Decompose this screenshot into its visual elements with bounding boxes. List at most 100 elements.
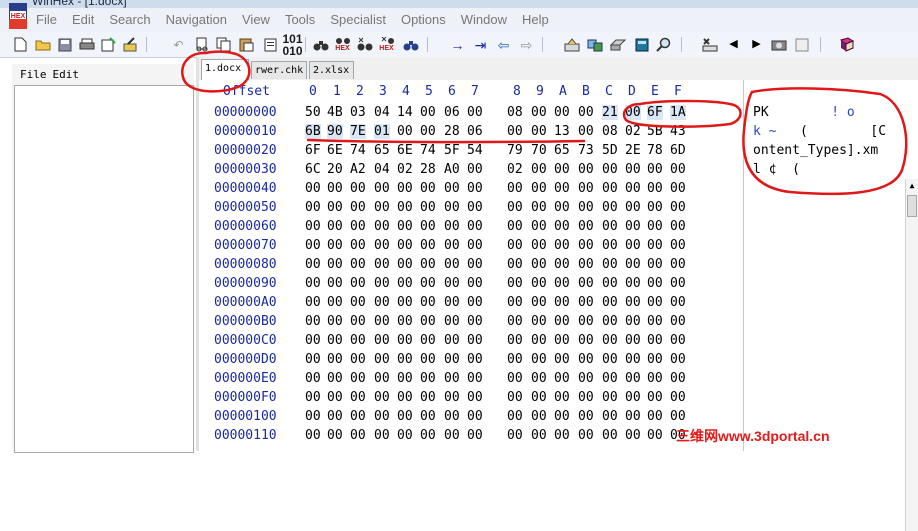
hex-byte[interactable]: 00 xyxy=(625,295,641,310)
hex-byte[interactable]: 50 xyxy=(305,105,321,120)
hex-byte[interactable]: 00 xyxy=(602,333,618,348)
hex-byte[interactable]: 00 xyxy=(444,295,460,310)
hex-byte[interactable]: A2 xyxy=(350,162,366,177)
hex-byte[interactable]: 00 xyxy=(507,409,523,424)
hex-byte[interactable]: 65 xyxy=(554,143,570,158)
hex-byte[interactable]: 00 xyxy=(602,257,618,272)
hex-byte[interactable]: 00 xyxy=(420,276,436,291)
hex-byte[interactable]: 03 xyxy=(350,105,366,120)
hex-byte[interactable]: 5D xyxy=(602,143,618,158)
hex-byte[interactable]: 00 xyxy=(444,409,460,424)
hex-byte[interactable]: 00 xyxy=(554,314,570,329)
hex-byte[interactable]: 00 xyxy=(397,352,413,367)
hex-byte[interactable]: 00 xyxy=(602,238,618,253)
hex-byte[interactable]: 00 xyxy=(397,314,413,329)
hex-byte[interactable]: 00 xyxy=(350,238,366,253)
hex-byte[interactable]: 00 xyxy=(397,238,413,253)
print-icon[interactable] xyxy=(78,36,95,53)
hex-byte[interactable]: 00 xyxy=(625,105,641,120)
hex-byte[interactable]: 00 xyxy=(444,333,460,348)
hex-byte[interactable]: 00 xyxy=(647,428,663,443)
hex-byte[interactable]: 6F xyxy=(647,105,663,120)
hex-byte[interactable]: 00 xyxy=(554,105,570,120)
find-again-icon[interactable] xyxy=(402,36,419,53)
hex-byte[interactable]: 04 xyxy=(374,162,390,177)
hex-byte[interactable]: 00 xyxy=(647,219,663,234)
hex-byte[interactable]: 00 xyxy=(467,314,483,329)
hex-byte[interactable]: 00 xyxy=(647,276,663,291)
hex-byte[interactable]: 00 xyxy=(625,371,641,386)
hex-byte[interactable]: 00 xyxy=(420,105,436,120)
hex-byte[interactable]: 00 xyxy=(531,428,547,443)
calculator-icon[interactable] xyxy=(633,36,650,53)
hex-byte[interactable]: 00 xyxy=(578,352,594,367)
left-menu-item-file[interactable]: File xyxy=(20,68,47,81)
hex-byte[interactable]: 00 xyxy=(507,276,523,291)
hex-byte[interactable]: 00 xyxy=(647,371,663,386)
hex-byte[interactable]: 00 xyxy=(602,181,618,196)
hex-byte[interactable]: 6E xyxy=(327,143,343,158)
hex-byte[interactable]: 00 xyxy=(467,409,483,424)
clipboard-icon[interactable] xyxy=(262,36,279,53)
hex-byte[interactable]: 00 xyxy=(350,428,366,443)
hex-byte[interactable]: 00 xyxy=(305,238,321,253)
hex-byte[interactable]: 00 xyxy=(554,352,570,367)
hex-byte[interactable]: 00 xyxy=(602,314,618,329)
menu-item-navigation[interactable]: Navigation xyxy=(166,12,227,27)
hex-byte[interactable]: 00 xyxy=(531,371,547,386)
hex-byte[interactable]: 00 xyxy=(647,295,663,310)
hex-byte[interactable]: 00 xyxy=(578,333,594,348)
hex-byte[interactable]: 00 xyxy=(374,352,390,367)
paste-icon[interactable] xyxy=(238,36,255,53)
undo-icon[interactable]: ↶ xyxy=(170,36,187,53)
hex-byte[interactable]: A0 xyxy=(444,162,460,177)
hex-byte[interactable]: 00 xyxy=(670,200,686,215)
hex-byte[interactable]: 28 xyxy=(444,124,460,139)
hex-byte[interactable]: 00 xyxy=(625,162,641,177)
hex-byte[interactable]: 00 xyxy=(578,390,594,405)
hex-byte[interactable]: 00 xyxy=(578,371,594,386)
vertical-scrollbar[interactable]: ▲ xyxy=(905,179,918,531)
winhex-app-icon[interactable]: HEX xyxy=(8,2,28,30)
hex-byte[interactable]: 2E xyxy=(625,143,641,158)
ram-editor-icon[interactable] xyxy=(586,36,603,53)
hex-byte[interactable]: 00 xyxy=(578,200,594,215)
hex-byte[interactable]: 00 xyxy=(444,257,460,272)
hex-byte[interactable]: 00 xyxy=(444,371,460,386)
hex-byte[interactable]: 00 xyxy=(625,257,641,272)
hex-byte[interactable]: 00 xyxy=(305,352,321,367)
hex-byte[interactable]: 00 xyxy=(305,200,321,215)
hex-byte[interactable]: 00 xyxy=(602,295,618,310)
hex-byte[interactable]: 00 xyxy=(327,333,343,348)
hex-byte[interactable]: 00 xyxy=(625,352,641,367)
hex-byte[interactable]: 00 xyxy=(467,333,483,348)
hex-byte[interactable]: 00 xyxy=(625,276,641,291)
hex-byte[interactable]: 00 xyxy=(444,314,460,329)
hex-byte[interactable]: 00 xyxy=(531,200,547,215)
hex-byte[interactable]: 00 xyxy=(531,409,547,424)
hex-byte[interactable]: 6F xyxy=(305,143,321,158)
hex-byte[interactable]: 00 xyxy=(531,162,547,177)
hex-byte[interactable]: 06 xyxy=(467,124,483,139)
hex-byte[interactable]: 00 xyxy=(350,409,366,424)
hex-byte[interactable]: 00 xyxy=(554,200,570,215)
hex-byte[interactable]: 00 xyxy=(444,200,460,215)
hex-byte[interactable]: 00 xyxy=(531,390,547,405)
hex-byte[interactable]: 00 xyxy=(625,333,641,348)
hex-byte[interactable]: 00 xyxy=(327,276,343,291)
hex-byte[interactable]: 00 xyxy=(554,371,570,386)
help-book-icon[interactable] xyxy=(838,36,855,53)
hex-byte[interactable]: 00 xyxy=(350,295,366,310)
hex-byte[interactable]: 00 xyxy=(647,181,663,196)
hex-byte[interactable]: 00 xyxy=(420,295,436,310)
hex-byte[interactable]: 00 xyxy=(578,124,594,139)
hex-byte[interactable]: 6E xyxy=(397,143,413,158)
hex-byte[interactable]: 00 xyxy=(507,352,523,367)
tab-rwer-chk[interactable]: rwer.chk xyxy=(251,61,307,79)
hex-byte[interactable]: 00 xyxy=(374,295,390,310)
hex-byte[interactable]: 00 xyxy=(670,181,686,196)
hex-byte[interactable]: 00 xyxy=(670,219,686,234)
hex-byte[interactable]: 00 xyxy=(531,219,547,234)
hex-byte[interactable]: 00 xyxy=(670,371,686,386)
scroll-up-icon[interactable]: ▲ xyxy=(908,181,916,193)
